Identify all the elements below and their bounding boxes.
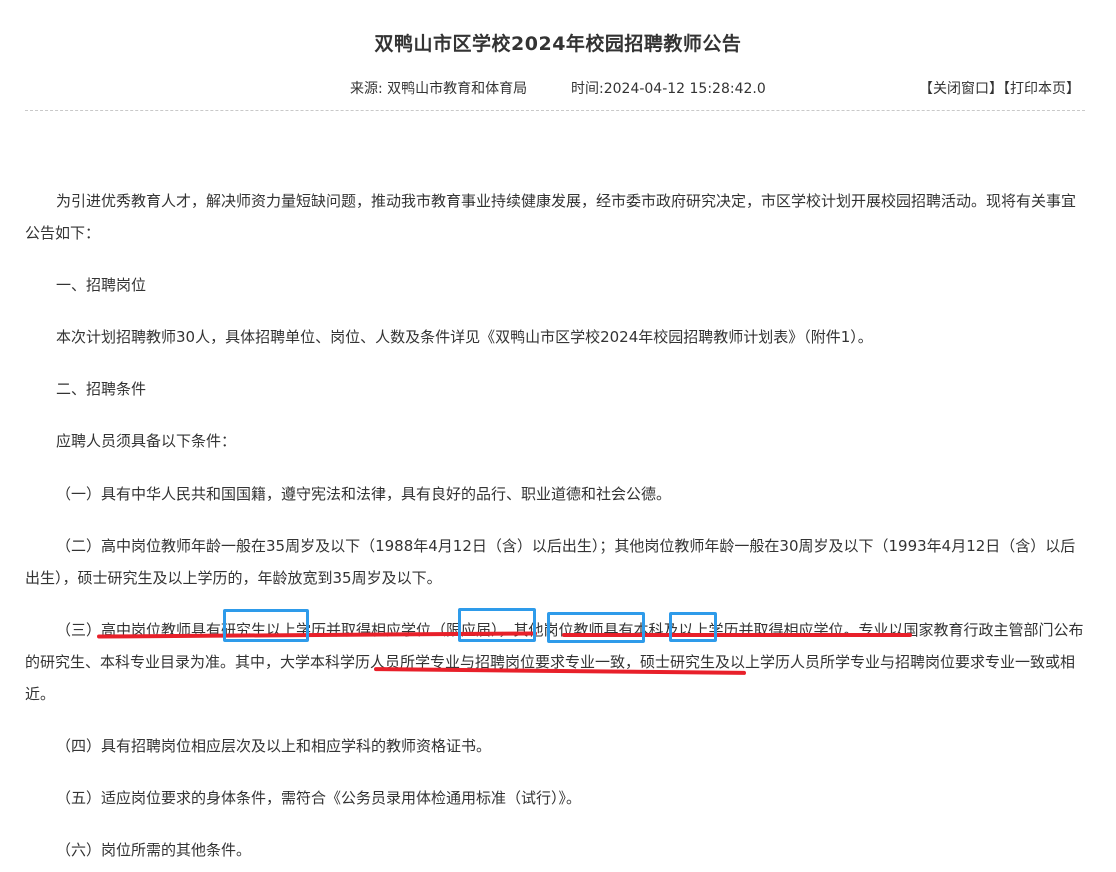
section2-heading: 二、招聘条件: [56, 380, 147, 398]
section2-lead: 应聘人员须具备以下条件：: [56, 432, 237, 450]
header-divider: [25, 110, 1085, 111]
article-source: 来源: 双鸭山市教育和体育局: [350, 81, 528, 97]
print-page-link[interactable]: 【打印本页】: [1003, 81, 1080, 97]
article-actions: 【关闭窗口】【打印本页】: [919, 78, 1080, 98]
blue-box-undergraduate: [669, 612, 717, 642]
blue-box-other-teachers: [547, 612, 645, 643]
condition-6: （六）岗位所需的其他条件。: [56, 841, 252, 859]
condition-5: （五）适应岗位要求的身体条件，需符合《公务员录用体检通用标准（试行）》。: [56, 789, 582, 807]
section1-heading: 一、招聘岗位: [56, 276, 147, 294]
close-window-link[interactable]: 【关闭窗口】: [919, 81, 1003, 97]
blue-box-graduate: [223, 609, 309, 642]
condition-1: （一）具有中华人民共和国国籍，遵守宪法和法律，具有良好的品行、职业道德和社会公德…: [56, 485, 672, 503]
section1-text: 本次计划招聘教师30人，具体招聘单位、岗位、人数及条件详见《双鸭山市区学校202…: [56, 328, 873, 346]
article-title: 双鸭山市区学校2024年校园招聘教师公告: [374, 33, 742, 55]
condition-4: （四）具有招聘岗位相应层次及以上和相应学科的教师资格证书。: [56, 737, 492, 755]
intro-paragraph: 为引进优秀教育人才，解决师资力量短缺问题，推动我市教育事业持续健康发展，经市委市…: [25, 192, 1077, 242]
article-time: 时间:2024-04-12 15:28:42.0: [571, 81, 766, 97]
condition-2: （二）高中岗位教师年龄一般在35周岁及以下（1988年4月12日（含）以后出生）…: [25, 537, 1076, 587]
blue-box-fresh-graduates: [458, 608, 536, 642]
